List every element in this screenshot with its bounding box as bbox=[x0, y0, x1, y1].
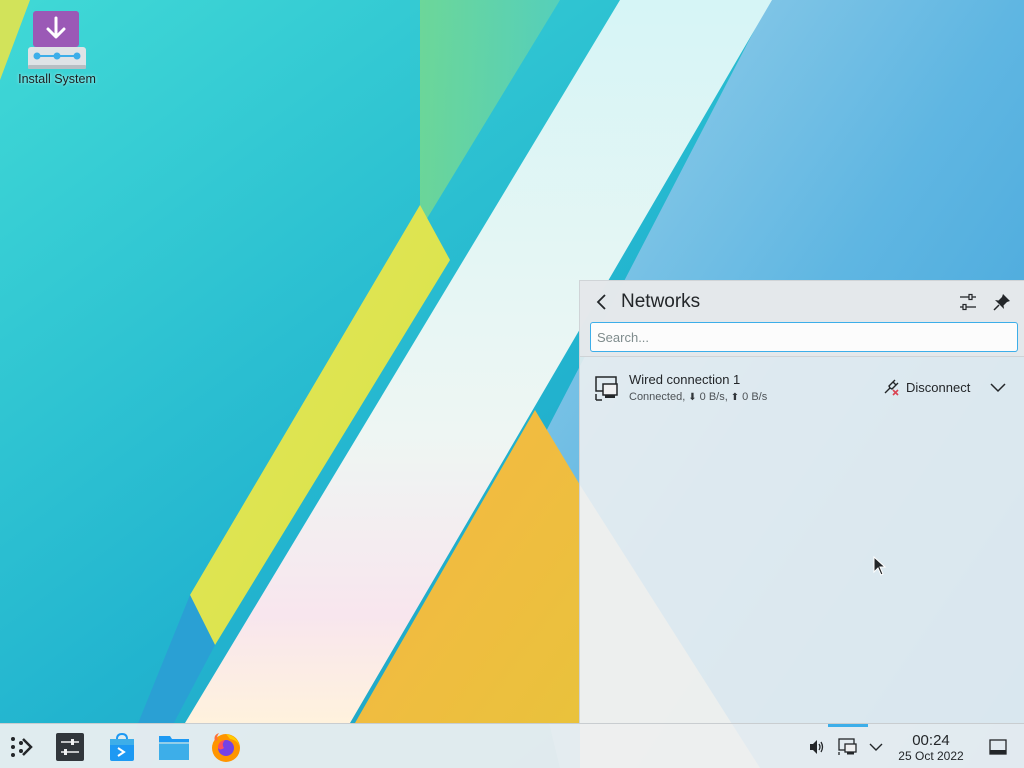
application-launcher-icon bbox=[11, 737, 33, 757]
show-desktop-button[interactable] bbox=[982, 730, 1014, 764]
discover-button[interactable] bbox=[105, 730, 139, 764]
connection-status: Connected, ⬇ 0 B/s, ⬆ 0 B/s bbox=[629, 391, 767, 403]
discover-icon bbox=[110, 732, 134, 761]
connection-name: Wired connection 1 bbox=[629, 372, 741, 387]
system-settings-icon bbox=[56, 733, 84, 761]
networks-title: Networks bbox=[621, 291, 701, 312]
volume-button[interactable] bbox=[800, 730, 834, 764]
disconnect-button[interactable]: Disconnect bbox=[878, 373, 974, 401]
chevron-left-icon bbox=[596, 294, 606, 310]
pin-icon bbox=[993, 294, 1010, 311]
system-settings-button[interactable] bbox=[53, 730, 87, 764]
disconnect-label: Disconnect bbox=[906, 379, 971, 395]
search-input[interactable] bbox=[590, 322, 1018, 352]
show-desktop-icon bbox=[989, 739, 1007, 755]
volume-icon bbox=[810, 740, 824, 754]
disconnect-plug-icon bbox=[884, 379, 899, 396]
file-manager-icon bbox=[159, 736, 189, 760]
digital-clock[interactable]: 00:24 25 Oct 2022 bbox=[888, 732, 974, 763]
desktop-icon-install-system[interactable]: Install System bbox=[8, 8, 106, 100]
download-speed: 0 B/s, bbox=[699, 391, 728, 403]
install-system-icon bbox=[28, 8, 86, 70]
download-arrow-icon: ⬇ bbox=[688, 391, 697, 403]
firefox-icon bbox=[212, 733, 240, 762]
application-launcher-button[interactable] bbox=[4, 730, 38, 764]
firefox-button[interactable] bbox=[209, 730, 243, 764]
wired-network-tray-icon bbox=[838, 738, 857, 755]
connection-state: Connected, bbox=[629, 391, 686, 403]
taskbar: 00:24 25 Oct 2022 bbox=[0, 723, 1024, 768]
active-tray-indicator bbox=[828, 724, 868, 727]
chevron-down-icon bbox=[990, 383, 1006, 393]
mouse-cursor bbox=[873, 555, 887, 576]
wired-network-icon bbox=[594, 375, 620, 401]
chevron-down-icon bbox=[869, 743, 883, 751]
configure-button[interactable] bbox=[956, 290, 980, 314]
desktop-icon-label: Install System bbox=[18, 72, 96, 86]
upload-speed: 0 B/s bbox=[742, 391, 768, 403]
clock-date: 25 Oct 2022 bbox=[898, 749, 964, 763]
sliders-icon bbox=[960, 293, 976, 311]
clock-time: 00:24 bbox=[912, 732, 950, 749]
file-manager-button[interactable] bbox=[157, 730, 191, 764]
networks-popup: Networks Wire bbox=[579, 280, 1024, 723]
back-button[interactable] bbox=[590, 290, 614, 314]
pin-button[interactable] bbox=[990, 290, 1014, 314]
networks-header: Networks bbox=[580, 281, 1024, 357]
expand-details-button[interactable] bbox=[984, 373, 1012, 401]
upload-arrow-icon: ⬆ bbox=[730, 391, 740, 403]
connection-item[interactable]: Wired connection 1 Connected, ⬇ 0 B/s, ⬆… bbox=[580, 367, 1024, 411]
